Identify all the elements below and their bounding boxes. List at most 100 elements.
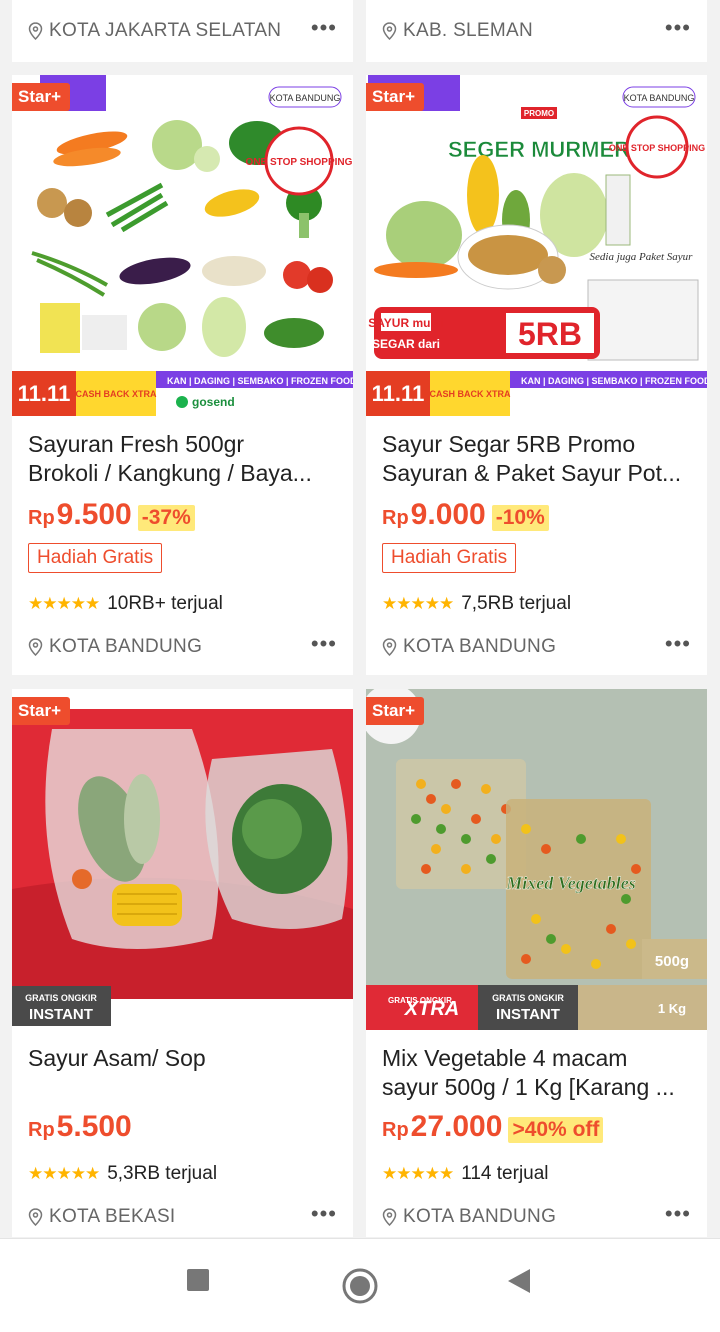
pack-label: Mixed Vegetables bbox=[505, 873, 635, 893]
price-amount: 27.000 bbox=[410, 1110, 503, 1143]
product-title[interactable]: Sayur Segar 5RB Promo Sayuran & Paket Sa… bbox=[382, 430, 691, 488]
frozen-mixed-vegetables-image: Mixed Vegetables 500g GRATIS ONGKIR XTRA… bbox=[366, 689, 707, 1030]
more-options-icon[interactable]: ••• bbox=[311, 1203, 337, 1225]
location-text: KOTA BANDUNG bbox=[403, 1206, 557, 1227]
location-text: KAB. SLEMAN bbox=[403, 20, 534, 41]
stamp-text: ONE STOP SHOPPING bbox=[609, 143, 705, 153]
discount-badge: -37% bbox=[137, 505, 195, 531]
location-pin-icon bbox=[382, 1208, 397, 1226]
product-card-top-right[interactable]: KAB. SLEMAN ••• bbox=[366, 0, 707, 62]
price: Rp 5.500 bbox=[28, 1110, 132, 1144]
product-card[interactable]: GRATIS ONGKIR INSTANT Star+ Sayur Asam/ … bbox=[12, 689, 353, 1237]
star-plus-badge: Star+ bbox=[366, 83, 424, 111]
stamp-text: ONE STOP SHOPPING bbox=[246, 157, 353, 168]
rating-row: ★★★★★ 5,3RB terjual bbox=[28, 1163, 217, 1185]
gift-badge: Hadiah Gratis bbox=[28, 543, 163, 573]
category-strip: KAN | DAGING | SEMBAKO | FROZEN FOOD bbox=[521, 376, 707, 386]
home-circle-icon[interactable] bbox=[341, 1267, 379, 1305]
price: Rp 27.000 >40% off bbox=[382, 1110, 604, 1144]
product-card[interactable]: KOTA BANDUNG PROMO SEGER MURMER ONE STOP… bbox=[366, 75, 707, 675]
cashback-tag: CASH BACK XTRA bbox=[76, 389, 158, 399]
currency: Rp bbox=[28, 507, 55, 529]
location-text: KOTA BEKASI bbox=[49, 1206, 176, 1227]
location-pin-icon bbox=[28, 22, 43, 40]
rating-stars-icon: ★★★★★ bbox=[28, 1164, 100, 1183]
product-image[interactable]: Mixed Vegetables 500g GRATIS ONGKIR XTRA… bbox=[366, 689, 707, 1030]
star-plus-badge: Star+ bbox=[366, 697, 424, 725]
star-plus-badge: Star+ bbox=[12, 83, 70, 111]
currency: Rp bbox=[382, 1119, 409, 1141]
weight-tag-1: 500g bbox=[655, 953, 689, 970]
star-plus-badge: Star+ bbox=[12, 697, 70, 725]
currency: Rp bbox=[28, 1119, 55, 1141]
city-tag: KOTA BANDUNG bbox=[624, 93, 695, 103]
xtra-text: XTRA bbox=[404, 998, 459, 1020]
system-navigation-bar bbox=[0, 1238, 720, 1332]
location-row: KOTA BANDUNG ••• bbox=[382, 633, 691, 658]
location-row: KOTA BANDUNG ••• bbox=[382, 1203, 691, 1228]
location-text: KOTA BANDUNG bbox=[403, 636, 557, 657]
product-card-top-left[interactable]: KOTA JAKARTA SELATAN ••• bbox=[12, 0, 353, 62]
sold-count: 10RB+ terjual bbox=[107, 593, 223, 614]
location-pin-icon bbox=[28, 638, 43, 656]
location-row: KAB. SLEMAN ••• bbox=[382, 17, 691, 42]
category-strip: KAN | DAGING | SEMBAKO | FROZEN FOOD bbox=[167, 376, 353, 386]
product-image[interactable]: KOTA BANDUNG PROMO SEGER MURMER ONE STOP… bbox=[366, 75, 707, 416]
sold-count: 5,3RB terjual bbox=[107, 1163, 218, 1184]
more-options-icon[interactable]: ••• bbox=[665, 1203, 691, 1225]
price: Rp 9.500 -37% bbox=[28, 498, 195, 532]
product-title[interactable]: Mix Vegetable 4 macam sayur 500g / 1 Kg … bbox=[382, 1044, 691, 1102]
title-line: Sayur Asam/ Sop bbox=[28, 1045, 206, 1071]
location-row: KOTA JAKARTA SELATAN ••• bbox=[28, 17, 337, 42]
title-line: Sayur Segar 5RB Promo bbox=[382, 431, 636, 457]
sold-count: 7,5RB terjual bbox=[461, 593, 572, 614]
price-amount: 5.500 bbox=[56, 1110, 132, 1143]
rating-stars-icon: ★★★★★ bbox=[382, 594, 454, 613]
title-line: Mix Vegetable 4 macam bbox=[382, 1045, 628, 1071]
title-line: sayur 500g / 1 Kg [Karang ... bbox=[382, 1074, 675, 1100]
partner-text: gosend bbox=[192, 395, 235, 409]
price-amount: 9.000 bbox=[410, 498, 486, 531]
rating-stars-icon: ★★★★★ bbox=[28, 594, 100, 613]
brand-top: PROMO bbox=[524, 109, 554, 118]
rating-stars-icon: ★★★★★ bbox=[382, 1164, 454, 1183]
promo-segar: SEGAR dari bbox=[372, 337, 440, 351]
location-pin-icon bbox=[382, 638, 397, 656]
note-text: Sedia juga Paket Sayur bbox=[590, 251, 694, 263]
price-amount: 9.500 bbox=[56, 498, 132, 531]
cashback-tag: CASH BACK XTRA bbox=[430, 389, 512, 399]
product-title[interactable]: Sayur Asam/ Sop bbox=[28, 1044, 337, 1073]
promo-vegetables-image: KOTA BANDUNG PROMO SEGER MURMER ONE STOP… bbox=[366, 75, 707, 416]
bagged-vegetables-image: GRATIS ONGKIR INSTANT bbox=[12, 689, 353, 1030]
product-card[interactable]: Mixed Vegetables 500g GRATIS ONGKIR XTRA… bbox=[366, 689, 707, 1237]
more-options-icon[interactable]: ••• bbox=[311, 17, 337, 39]
location-pin-icon bbox=[28, 1208, 43, 1226]
ongkir-bottom: INSTANT bbox=[29, 1006, 93, 1023]
ongkir-bottom: INSTANT bbox=[496, 1006, 560, 1023]
event-tag: 11.11 bbox=[372, 381, 425, 406]
event-tag: 11.11 bbox=[18, 381, 71, 406]
back-triangle-icon[interactable] bbox=[506, 1267, 532, 1295]
location-pin-icon bbox=[382, 22, 397, 40]
title-line: Sayuran Fresh 500gr bbox=[28, 431, 245, 457]
title-line: Sayuran & Paket Sayur Pot... bbox=[382, 460, 682, 486]
location-row: KOTA BEKASI ••• bbox=[28, 1203, 337, 1228]
price: Rp 9.000 -10% bbox=[382, 498, 549, 532]
product-card[interactable]: KOTA BANDUNG ONE STOP SHOPPING KAN | DAG… bbox=[12, 75, 353, 675]
more-options-icon[interactable]: ••• bbox=[665, 633, 691, 655]
discount-badge: >40% off bbox=[508, 1117, 604, 1143]
ongkir-top: GRATIS ONGKIR bbox=[492, 993, 564, 1003]
location-text: KOTA BANDUNG bbox=[49, 636, 203, 657]
more-options-icon[interactable]: ••• bbox=[311, 633, 337, 655]
brand-logo: SEGER MURMER bbox=[448, 137, 630, 162]
promo-price: 5RB bbox=[518, 316, 582, 352]
rating-row: ★★★★★ 7,5RB terjual bbox=[382, 593, 571, 615]
ongkir-top: GRATIS ONGKIR bbox=[25, 993, 97, 1003]
product-image[interactable]: KOTA BANDUNG ONE STOP SHOPPING KAN | DAG… bbox=[12, 75, 353, 416]
more-options-icon[interactable]: ••• bbox=[665, 17, 691, 39]
product-image[interactable]: GRATIS ONGKIR INSTANT bbox=[12, 689, 353, 1030]
recents-square-icon[interactable] bbox=[185, 1267, 211, 1293]
gift-badge: Hadiah Gratis bbox=[382, 543, 517, 573]
city-tag: KOTA BANDUNG bbox=[270, 93, 341, 103]
product-title[interactable]: Sayuran Fresh 500gr Brokoli / Kangkung /… bbox=[28, 430, 337, 488]
